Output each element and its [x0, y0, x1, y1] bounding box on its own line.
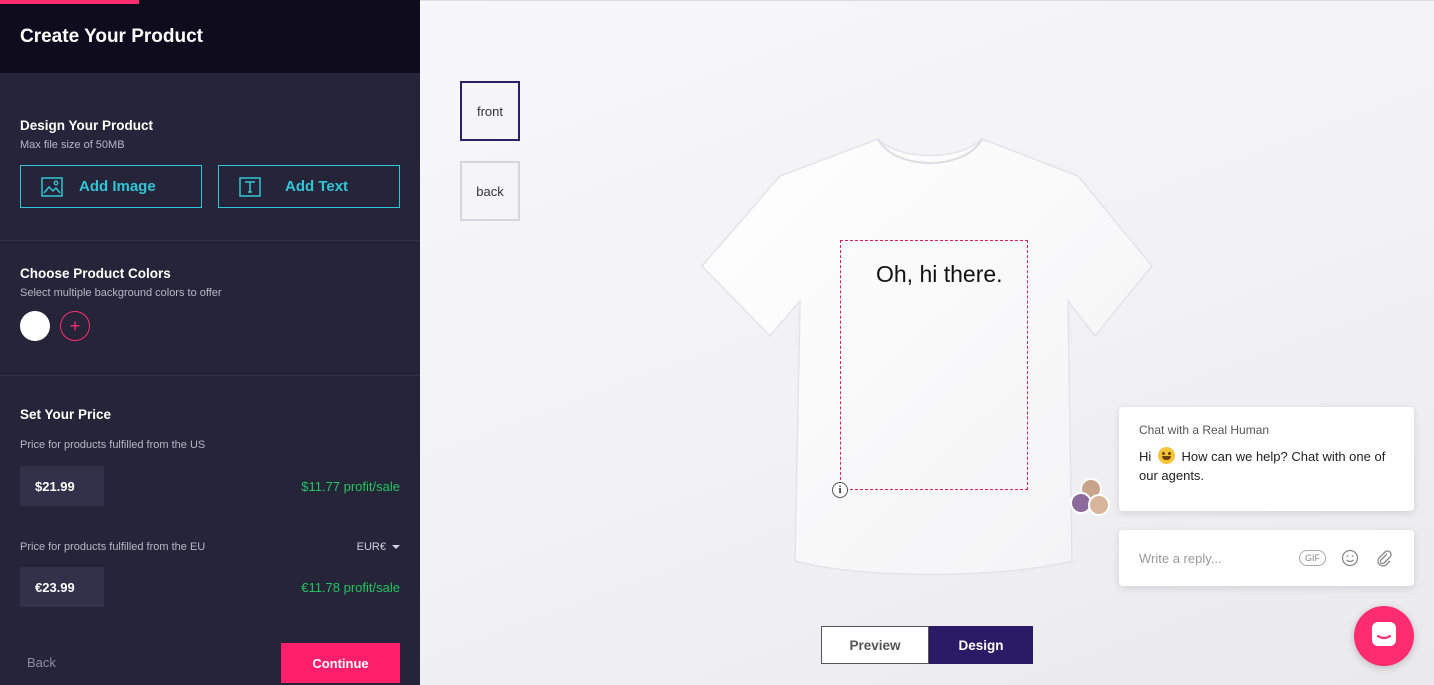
eu-profit: €11.78 profit/sale — [301, 579, 400, 595]
sidebar: Create Your Product Design Your Product … — [0, 0, 420, 685]
design-button[interactable]: Design — [929, 626, 1033, 664]
currency-select[interactable]: EUR€ — [357, 541, 400, 553]
design-heading: Design Your Product — [20, 118, 154, 133]
back-button[interactable]: Back — [27, 655, 56, 670]
chevron-down-icon — [392, 545, 400, 549]
add-image-label: Add Image — [79, 178, 156, 195]
color-swatch-white[interactable] — [20, 311, 50, 341]
view-back-thumb[interactable]: back — [460, 161, 520, 221]
design-subtext: Max file size of 50MB — [20, 139, 125, 151]
preview-button[interactable]: Preview — [821, 626, 929, 664]
chat-reply-composer: GIF — [1119, 530, 1414, 586]
eu-price-input[interactable]: €23.99 — [20, 567, 104, 607]
us-profit: $11.77 profit/sale — [301, 478, 400, 494]
us-price-label: Price for products fulfilled from the US — [20, 439, 206, 451]
page-title: Create Your Product — [20, 26, 204, 47]
progress-indicator — [0, 0, 139, 4]
smile-icon[interactable] — [1340, 548, 1360, 568]
chat-message-greeting: Hi — [1139, 449, 1152, 464]
add-text-button[interactable]: Add Text — [218, 165, 400, 208]
price-heading: Set Your Price — [20, 407, 112, 422]
continue-button[interactable]: Continue — [281, 643, 400, 683]
text-icon — [239, 176, 261, 198]
chat-greeting: Chat with a Real Human Hi How can we hel… — [1119, 407, 1414, 511]
chat-title: Chat with a Real Human — [1139, 423, 1270, 437]
design-section: Design Your Product Max file size of 50M… — [0, 73, 420, 241]
design-canvas: front back Oh, hi there. i Preview Desig… — [420, 0, 1434, 685]
chat-reply-input[interactable] — [1139, 550, 1279, 566]
add-color-button[interactable]: + — [60, 311, 90, 341]
paperclip-icon[interactable] — [1374, 548, 1394, 568]
chat-message: Hi How can we help? Chat with one of our… — [1139, 447, 1394, 485]
plus-icon: + — [69, 315, 81, 336]
eu-price-label: Price for products fulfilled from the EU — [20, 541, 206, 553]
chat-launcher-button[interactable] — [1354, 606, 1414, 666]
add-text-label: Add Text — [285, 178, 349, 195]
currency-value: EUR€ — [356, 541, 386, 553]
image-icon — [41, 176, 63, 198]
colors-heading: Choose Product Colors — [20, 266, 171, 281]
avatar — [1088, 494, 1110, 516]
info-icon[interactable]: i — [832, 482, 848, 498]
gif-button[interactable]: GIF — [1299, 550, 1326, 566]
colors-section: Choose Product Colors Select multiple ba… — [0, 241, 420, 376]
price-section: Set Your Price Price for products fulfil… — [0, 376, 420, 616]
colors-subtext: Select multiple background colors to off… — [20, 287, 222, 299]
add-image-button[interactable]: Add Image — [20, 165, 202, 208]
view-mode-toggle: Preview Design — [821, 626, 1033, 664]
view-front-thumb[interactable]: front — [460, 81, 520, 141]
us-price-input[interactable]: $21.99 — [20, 466, 104, 506]
sidebar-header: Create Your Product — [0, 0, 420, 73]
chat-message-body: How can we help? Chat with one of our ag… — [1139, 449, 1386, 483]
grin-emoji-icon — [1157, 447, 1175, 464]
design-text-layer[interactable]: Oh, hi there. — [876, 261, 1003, 288]
chat-icon — [1369, 619, 1399, 654]
agent-avatars — [1070, 478, 1114, 518]
